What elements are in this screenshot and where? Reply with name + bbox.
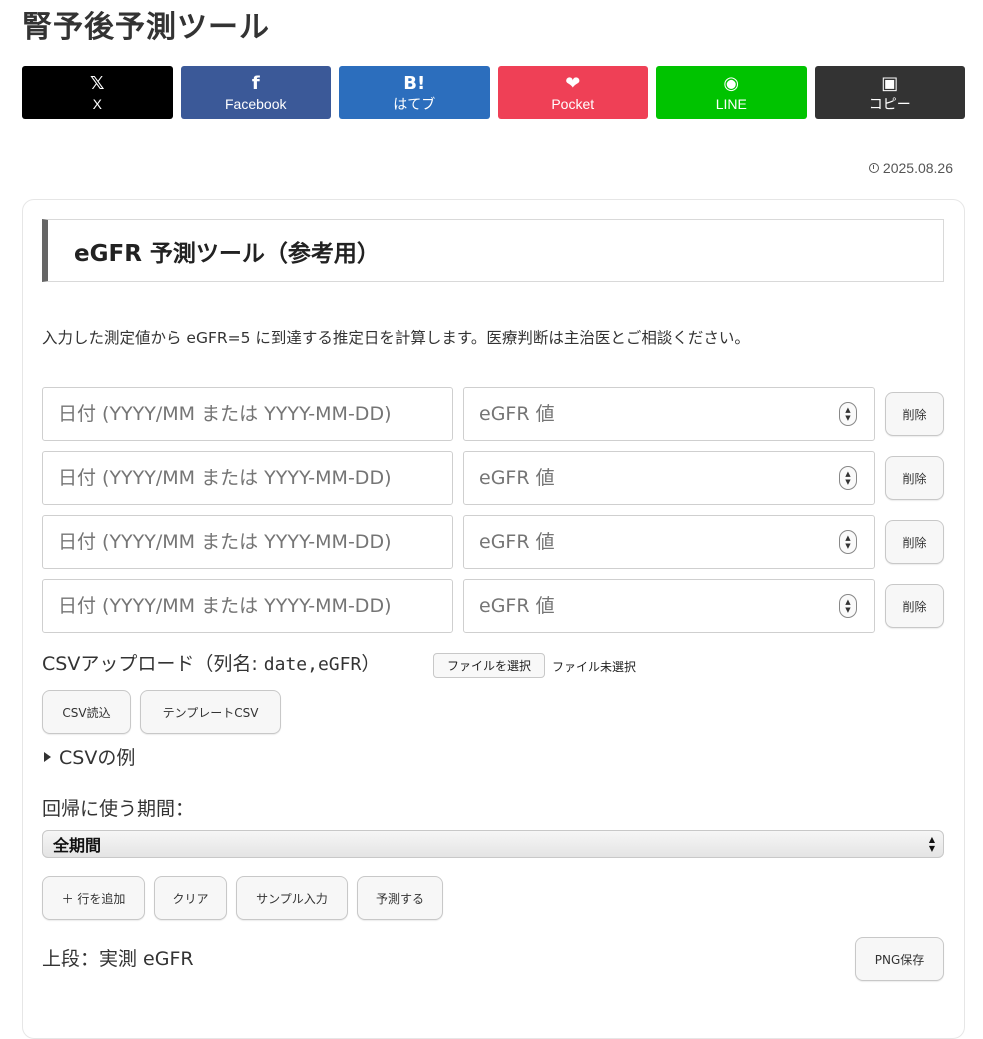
egfr-input[interactable] xyxy=(463,387,875,441)
date-input[interactable] xyxy=(42,387,453,441)
post-date-text: 2025.08.26 xyxy=(882,160,953,176)
file-status: ファイル未選択 xyxy=(552,660,637,674)
number-spinner-icon[interactable]: ▲ ▼ xyxy=(839,466,857,490)
share-facebook-button[interactable]: f Facebook xyxy=(180,66,331,119)
line-icon: ◉ xyxy=(723,72,740,94)
delete-row-button[interactable]: 削除 xyxy=(885,392,944,436)
number-spinner-icon[interactable]: ▲ ▼ xyxy=(839,402,857,426)
share-line-label: LINE xyxy=(715,95,747,112)
csv-read-button[interactable]: CSV読込 xyxy=(42,690,131,734)
csv-upload-label: CSVアップロード（列名: date,eGFR） xyxy=(42,649,380,676)
share-pocket-label: Pocket xyxy=(551,95,595,112)
period-label: 回帰に使う期間： xyxy=(42,798,195,820)
pocket-icon: ❤ xyxy=(565,72,581,94)
date-input[interactable] xyxy=(42,451,453,505)
csv-label-suffix: ） xyxy=(361,653,381,675)
period-select[interactable]: 全期間 ▲ ▼ xyxy=(42,830,944,858)
share-line-button[interactable]: ◉ LINE xyxy=(656,66,807,119)
clear-button[interactable]: クリア xyxy=(154,876,227,920)
share-x-button[interactable]: 𝕏 X xyxy=(22,66,173,119)
share-hatena-label: はてブ xyxy=(393,95,436,112)
choose-file-button[interactable]: ファイルを選択 xyxy=(433,653,545,678)
csv-example-label: CSVの例 xyxy=(59,747,136,769)
date-input[interactable] xyxy=(42,515,453,569)
add-row-button[interactable]: ＋ 行を追加 xyxy=(42,876,145,920)
measurement-row: ▲▼ 削除 xyxy=(42,451,944,505)
egfr-input[interactable] xyxy=(463,451,875,505)
select-arrows-icon: ▲ ▼ xyxy=(928,835,935,853)
date-input[interactable] xyxy=(42,579,453,633)
number-spinner-icon[interactable]: ▲ ▼ xyxy=(839,594,857,618)
share-copy-label: コピー xyxy=(868,95,911,112)
predict-button[interactable]: 予測する xyxy=(357,876,443,920)
csv-example-toggle[interactable]: CSVの例 xyxy=(44,743,135,770)
share-x-label: X xyxy=(92,95,102,112)
tool-description: 入力した測定値から eGFR=5 に到達する推定日を計算します。医療判断は主治医… xyxy=(42,329,750,347)
measurement-row: ▲▼ 削除 xyxy=(42,387,944,441)
egfr-input[interactable] xyxy=(463,515,875,569)
csv-label-prefix: CSVアップロード（列名: xyxy=(42,653,264,675)
csv-label-columns: date,eGFR xyxy=(263,654,362,675)
hatena-bookmark-icon: B! xyxy=(403,72,426,94)
delete-row-button[interactable]: 削除 xyxy=(885,456,944,500)
number-spinner-icon[interactable]: ▲ ▼ xyxy=(839,530,857,554)
period-selected-value: 全期間 xyxy=(53,836,102,855)
share-facebook-label: Facebook xyxy=(225,95,287,112)
sample-input-button[interactable]: サンプル入力 xyxy=(236,876,348,920)
share-hatena-button[interactable]: B! はてブ xyxy=(339,66,490,119)
template-csv-button[interactable]: テンプレートCSV xyxy=(140,690,281,734)
disclosure-triangle-icon xyxy=(44,751,51,762)
share-buttons: 𝕏 X f Facebook B! はてブ ❤ Pocket ◉ LINE ▣ … xyxy=(22,66,965,119)
copy-icon: ▣ xyxy=(881,72,899,94)
delete-row-button[interactable]: 削除 xyxy=(885,584,944,628)
share-copy-button[interactable]: ▣ コピー xyxy=(814,66,965,119)
chart-caption: 上段：実測 eGFR xyxy=(42,948,194,970)
clock-icon xyxy=(868,163,879,173)
page-title: 腎予後予測ツール xyxy=(22,10,270,45)
save-png-button[interactable]: PNG保存 xyxy=(855,937,944,981)
measurement-row: ▲▼ 削除 xyxy=(42,515,944,569)
delete-row-button[interactable]: 削除 xyxy=(885,520,944,564)
facebook-icon: f xyxy=(251,72,260,94)
egfr-input[interactable] xyxy=(463,579,875,633)
x-icon: 𝕏 xyxy=(89,72,105,94)
measurement-row: ▲▼ 削除 xyxy=(42,579,944,633)
post-date: 2025.08.26 xyxy=(868,160,953,176)
share-pocket-button[interactable]: ❤ Pocket xyxy=(497,66,648,119)
tool-title: eGFR 予測ツール（参考用） xyxy=(42,219,944,282)
